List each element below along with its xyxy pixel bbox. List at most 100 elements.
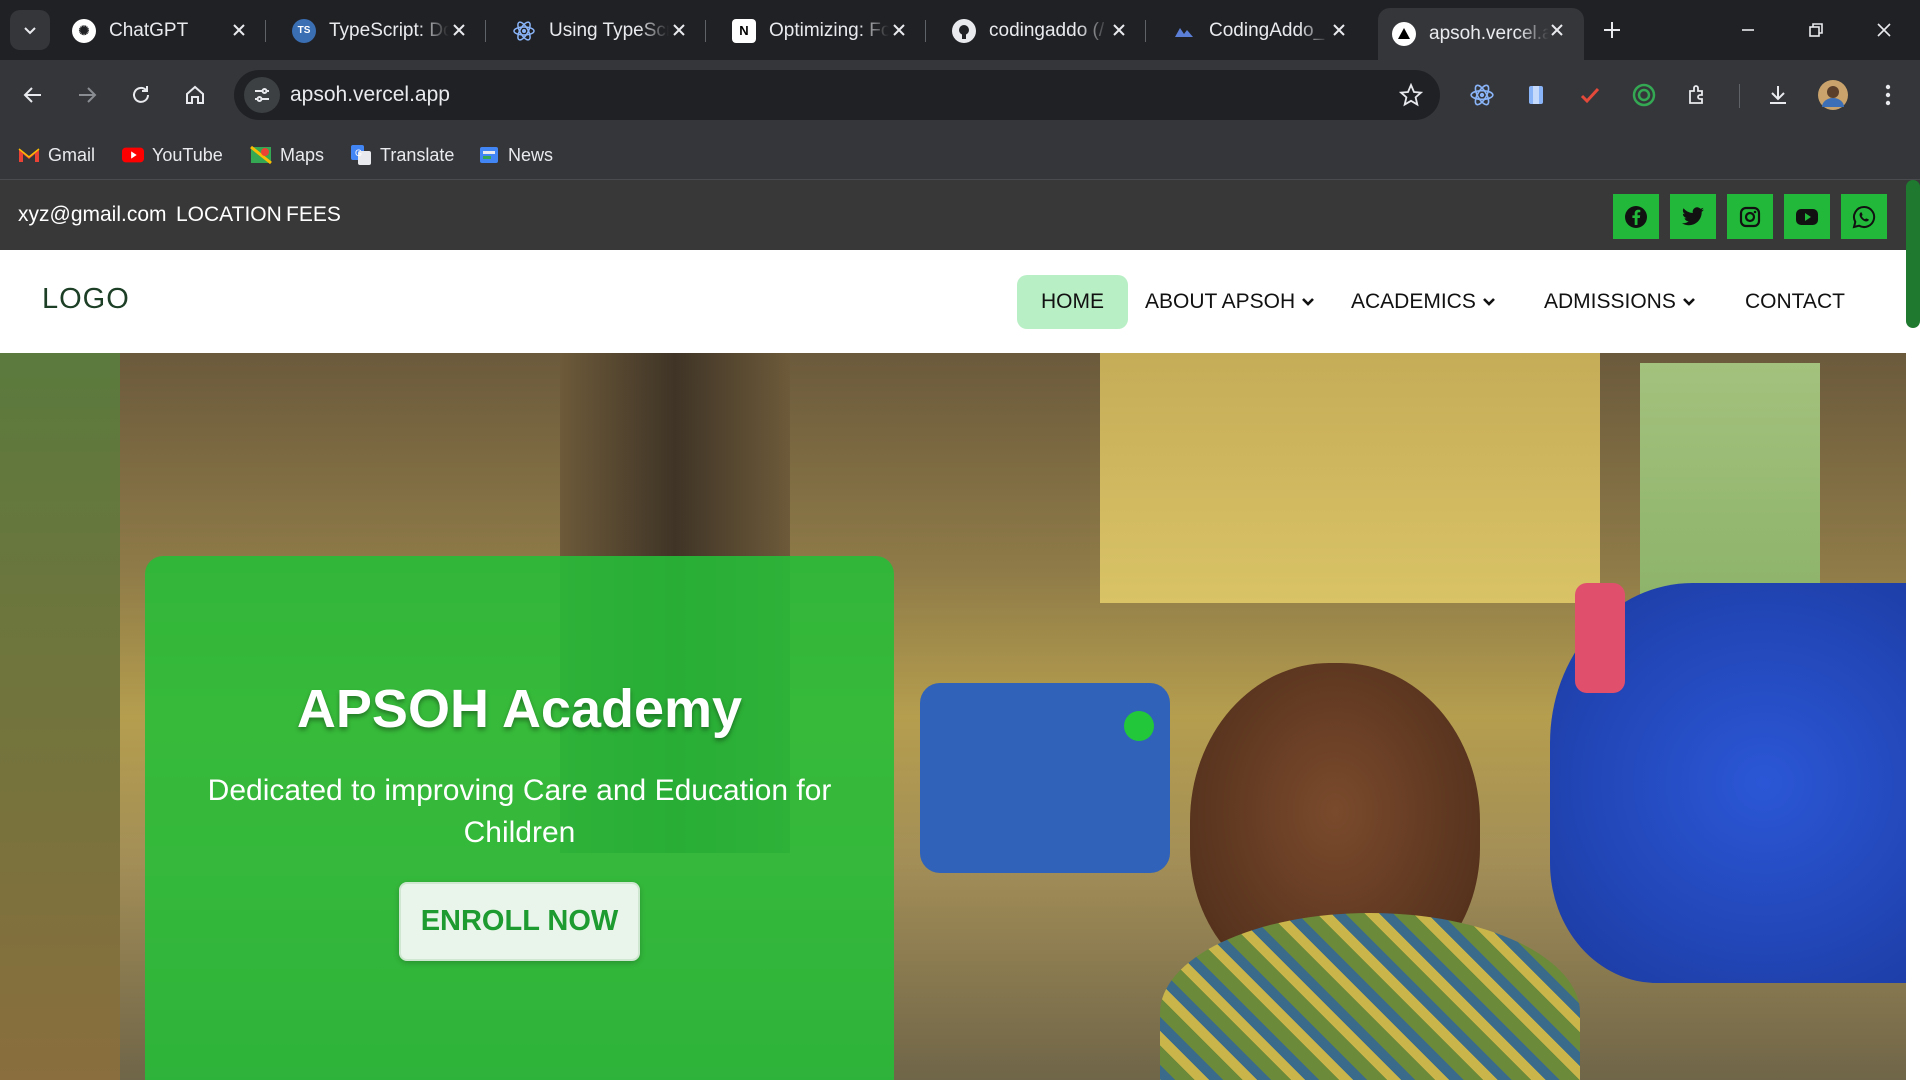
new-tab-button[interactable] bbox=[1596, 14, 1628, 46]
close-icon[interactable] bbox=[1328, 19, 1350, 41]
close-icon[interactable] bbox=[888, 19, 910, 41]
bookmark-label: Translate bbox=[380, 144, 455, 165]
tab-title: Optimizing: Fo bbox=[769, 19, 889, 41]
reload-button[interactable] bbox=[120, 74, 162, 116]
bookmark-label: Gmail bbox=[48, 144, 96, 165]
nav-label: HOME bbox=[1041, 290, 1104, 313]
bookmark-label: YouTube bbox=[152, 144, 223, 165]
nav-home[interactable]: HOME bbox=[1017, 275, 1128, 329]
tab-separator bbox=[485, 20, 486, 42]
chevron-down-icon bbox=[1482, 298, 1495, 306]
chevron-down-icon bbox=[24, 27, 36, 35]
nav-about[interactable]: ABOUT APSOH bbox=[1145, 275, 1315, 329]
cursor-indicator bbox=[1124, 711, 1154, 741]
tab-title: ChatGPT bbox=[109, 19, 189, 41]
page-scrollbar-thumb[interactable] bbox=[1906, 180, 1920, 328]
tab-apsoh-active[interactable]: apsoh.vercel.a bbox=[1378, 8, 1584, 60]
restore-button[interactable] bbox=[1794, 10, 1838, 50]
tab-separator bbox=[705, 20, 706, 42]
enroll-now-button[interactable]: ENROLL NOW bbox=[399, 882, 640, 961]
close-icon[interactable] bbox=[228, 19, 250, 41]
avatar[interactable] bbox=[1815, 77, 1851, 113]
close-icon bbox=[1877, 23, 1891, 37]
browser-toolbar: apsoh.vercel.app bbox=[0, 60, 1920, 130]
codingaddo-icon bbox=[1172, 19, 1196, 43]
close-icon[interactable] bbox=[1546, 19, 1568, 41]
whatsapp-icon[interactable] bbox=[1841, 194, 1887, 239]
web-page: xyz@gmail.com LOCATION FEES LOGO HOME AB… bbox=[0, 180, 1920, 1080]
tab-optimizing[interactable]: N Optimizing: Fo bbox=[718, 8, 926, 53]
bookmark-news[interactable]: News bbox=[478, 140, 553, 170]
svg-text:G: G bbox=[355, 148, 362, 158]
github-icon bbox=[952, 18, 976, 43]
close-icon[interactable] bbox=[668, 19, 690, 41]
star-icon bbox=[1399, 83, 1423, 107]
download-icon[interactable] bbox=[1760, 77, 1796, 113]
bookmark-youtube[interactable]: YouTube bbox=[122, 140, 223, 170]
address-bar[interactable]: apsoh.vercel.app bbox=[234, 70, 1440, 120]
site-logo[interactable]: LOGO bbox=[42, 283, 130, 316]
more-vert-icon[interactable] bbox=[1870, 77, 1906, 113]
hero-photo-left bbox=[0, 353, 120, 1080]
bookmark-star-button[interactable] bbox=[1396, 80, 1426, 110]
twitter-icon[interactable] bbox=[1670, 194, 1716, 239]
contact-topbar: xyz@gmail.com LOCATION FEES bbox=[0, 180, 1920, 328]
hero-section: APSOH Academy Dedicated to improving Car… bbox=[0, 353, 1906, 1080]
nav-academics[interactable]: ACADEMICS bbox=[1351, 275, 1496, 329]
close-icon[interactable] bbox=[448, 19, 470, 41]
tab-chatgpt[interactable]: ✺ ChatGPT bbox=[58, 8, 266, 53]
news-icon bbox=[478, 144, 500, 166]
tab-title: TypeScript: Do bbox=[329, 19, 449, 41]
nav-label: ABOUT APSOH bbox=[1145, 290, 1296, 313]
bookmark-gmail[interactable]: Gmail bbox=[18, 140, 95, 170]
home-button[interactable] bbox=[174, 74, 216, 116]
bookmark-label: News bbox=[508, 144, 554, 165]
tune-icon bbox=[255, 88, 269, 102]
nav-label: ADMISSIONS bbox=[1544, 290, 1676, 313]
arrow-left-icon bbox=[23, 87, 41, 103]
react-devtools-icon[interactable] bbox=[1464, 77, 1500, 113]
todo-check-icon[interactable] bbox=[1572, 77, 1608, 113]
react-icon bbox=[512, 19, 536, 43]
tab-codingaddo[interactable]: CodingAddo_ bbox=[1158, 8, 1366, 53]
puzzle-icon[interactable] bbox=[1680, 77, 1716, 113]
minimize-icon bbox=[1742, 29, 1754, 31]
hero-subtitle: Dedicated to improving Care and Educatio… bbox=[207, 774, 832, 849]
reload-icon bbox=[133, 86, 149, 103]
tab-typescript[interactable]: TS TypeScript: Do bbox=[278, 8, 486, 53]
youtube-icon[interactable] bbox=[1784, 194, 1830, 239]
fees-link[interactable]: FEES bbox=[286, 180, 341, 250]
maps-icon bbox=[250, 144, 272, 166]
restore-icon bbox=[1809, 23, 1823, 37]
close-icon[interactable] bbox=[1108, 19, 1130, 41]
vercel-icon bbox=[1392, 22, 1416, 46]
minimize-button[interactable] bbox=[1726, 10, 1770, 50]
home-icon bbox=[186, 85, 204, 104]
tab-github[interactable]: codingaddo (/ bbox=[938, 8, 1146, 53]
instagram-icon[interactable] bbox=[1727, 194, 1773, 239]
notion-icon: N bbox=[732, 18, 756, 43]
nav-contact[interactable]: CONTACT bbox=[1745, 275, 1845, 329]
location-link[interactable]: LOCATION bbox=[176, 180, 282, 250]
site-info-button[interactable] bbox=[244, 77, 280, 113]
tab-search-button[interactable] bbox=[10, 10, 50, 50]
bookmark-translate[interactable]: G Translate bbox=[350, 140, 454, 170]
tab-strip: ✺ ChatGPT TS TypeScript: Do Using TypeSc… bbox=[0, 0, 1920, 60]
chatgpt-icon: ✺ bbox=[72, 18, 96, 43]
facebook-icon[interactable] bbox=[1613, 194, 1659, 239]
target-icon[interactable] bbox=[1626, 77, 1662, 113]
hero-photo-red-bottle bbox=[1575, 583, 1625, 693]
clipboard-icon[interactable] bbox=[1518, 77, 1554, 113]
email-link[interactable]: xyz@gmail.com bbox=[18, 180, 167, 250]
tab-title: apsoh.vercel.a bbox=[1429, 23, 1549, 44]
nav-admissions[interactable]: ADMISSIONS bbox=[1544, 275, 1696, 329]
tab-using-typescript[interactable]: Using TypeScr bbox=[498, 8, 706, 53]
hero-title: APSOH Academy bbox=[296, 679, 743, 739]
url-text: apsoh.vercel.app bbox=[290, 83, 450, 106]
bookmark-maps[interactable]: Maps bbox=[250, 140, 324, 170]
back-button[interactable] bbox=[12, 74, 54, 116]
window-close-button[interactable] bbox=[1862, 10, 1906, 50]
plus-icon bbox=[1604, 22, 1620, 38]
tab-title: CodingAddo_ bbox=[1209, 19, 1325, 41]
forward-button[interactable] bbox=[66, 74, 108, 116]
